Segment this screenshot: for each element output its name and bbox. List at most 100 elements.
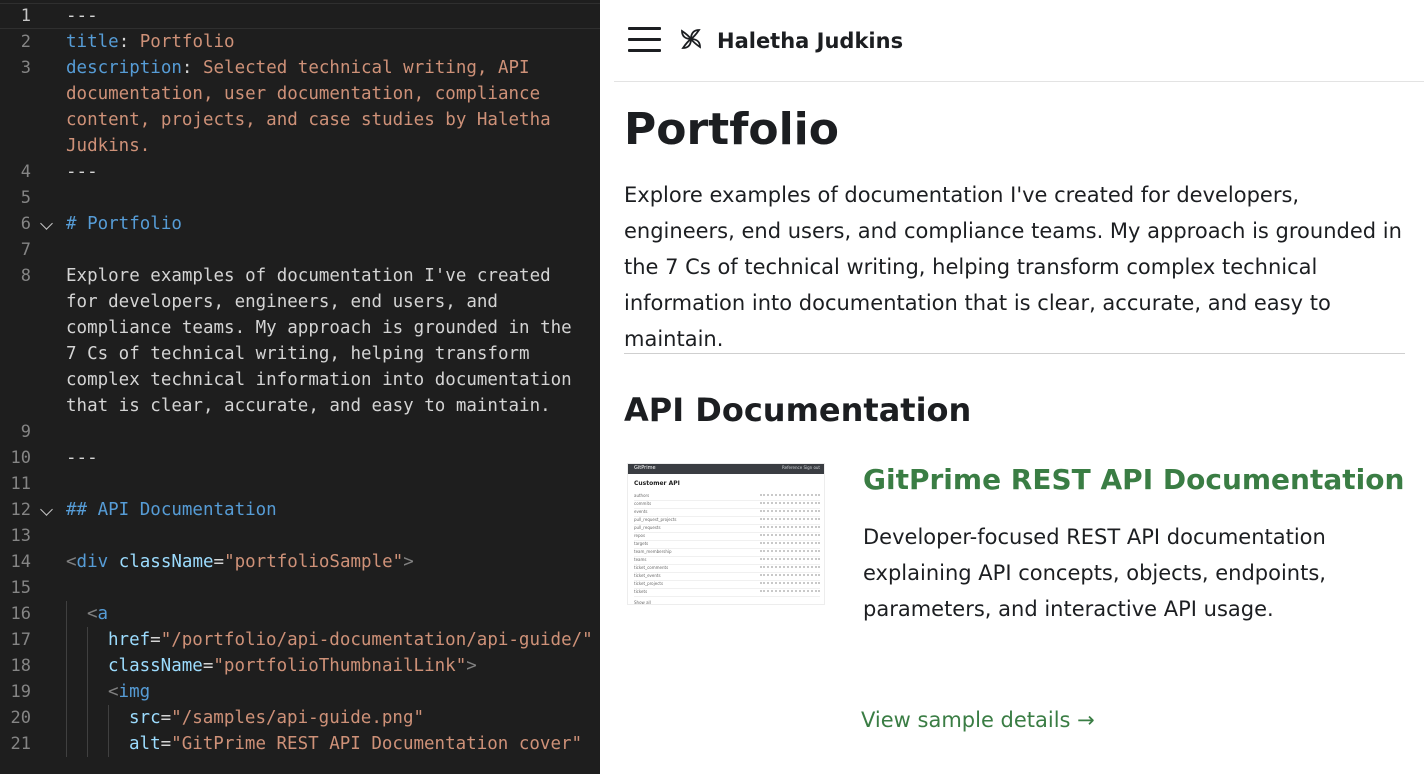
code-text: --- — [66, 3, 98, 29]
editor-line[interactable]: 9 — [0, 419, 600, 445]
indent-guide — [87, 679, 88, 705]
indent-guide — [66, 627, 67, 653]
editor-line[interactable]: 16 <a — [0, 601, 600, 627]
code-token: src — [129, 708, 161, 728]
editor-line[interactable]: compliance teams. My approach is grounde… — [0, 315, 600, 341]
thumbnail-nav: Reference Sign out — [782, 465, 820, 470]
thumbnail-row-meta — [760, 558, 820, 561]
code-text: 7 Cs of technical writing, helping trans… — [66, 341, 530, 367]
code-text: href="/portfolio/api-documentation/api-g… — [108, 627, 593, 653]
code-token: className — [108, 656, 203, 676]
code-token: Portfolio — [139, 32, 235, 52]
editor-line[interactable]: 12 ## API Documentation — [0, 497, 600, 523]
code-token: : — [118, 32, 140, 52]
thumbnail-row-label: targets — [634, 541, 649, 546]
thumbnail-heading: Customer API — [634, 480, 680, 487]
thumbnail-row-label: ticket_events — [634, 573, 661, 578]
line-number: 10 — [10, 448, 31, 468]
editor-line[interactable]: 19 <img — [0, 679, 600, 705]
navbar: Haletha Judkins — [614, 0, 1424, 82]
editor-line[interactable]: 7 — [0, 237, 600, 263]
indent-guide — [66, 679, 67, 705]
thumbnail-row-meta — [760, 550, 820, 553]
code-text: complex technical information into docum… — [66, 367, 572, 393]
line-number: 21 — [10, 734, 31, 754]
code-token: = — [150, 630, 161, 650]
thumbnail-row-label: authors — [634, 493, 650, 498]
code-token: Explore examples of documentation I've c… — [66, 266, 551, 286]
thumbnail-header-bar: GitPrime Reference Sign out — [628, 464, 824, 474]
thumbnail-row: pull_request_projects — [634, 517, 820, 525]
intro-paragraph: Explore examples of documentation I've c… — [624, 183, 1402, 351]
code-token: href — [108, 630, 151, 650]
sample-description: Developer-focused REST API documentation… — [863, 525, 1326, 621]
code-token: title — [66, 32, 119, 52]
line-number: 13 — [10, 526, 31, 546]
editor-line[interactable]: 15 — [0, 575, 600, 601]
line-number: 20 — [10, 708, 31, 728]
code-text: <a — [87, 601, 108, 627]
editor-line[interactable]: 2 title: Portfolio — [0, 29, 600, 55]
editor-line[interactable]: 6 # Portfolio — [0, 211, 600, 237]
editor-line[interactable]: 18 className="portfolioThumbnailLink"> — [0, 653, 600, 679]
editor-line[interactable]: 7 Cs of technical writing, helping trans… — [0, 341, 600, 367]
code-token: alt — [129, 734, 161, 754]
line-number: 18 — [10, 656, 31, 676]
code-token: documentation, user documentation, compl… — [66, 84, 541, 104]
code-token: description — [66, 58, 182, 78]
thumbnail-row-meta — [760, 542, 820, 545]
code-token: a — [97, 604, 109, 624]
code-text: description: Selected technical writing,… — [66, 55, 530, 81]
indent-guide — [108, 705, 109, 731]
indent-guide — [66, 731, 67, 757]
editor-line[interactable]: 3 description: Selected technical writing… — [0, 55, 600, 81]
editor-line[interactable]: 5 — [0, 185, 600, 211]
horizontal-divider — [624, 353, 1405, 354]
code-text: className="portfolioThumbnailLink"> — [108, 653, 477, 679]
thumbnail-row-meta — [760, 526, 820, 529]
editor-line[interactable]: 13 — [0, 523, 600, 549]
code-text: <img — [108, 679, 150, 705]
code-token: < — [87, 604, 98, 624]
editor-line[interactable]: Judkins. — [0, 133, 600, 159]
code-editor[interactable]: 1 --- 2 title: Portfolio 3 description: Selec… — [0, 0, 600, 774]
portfolio-thumbnail-link[interactable]: GitPrime Reference Sign out Customer API… — [627, 463, 825, 605]
code-token: "portfolioThumbnailLink" — [213, 656, 467, 676]
thumbnail-row-meta — [760, 566, 820, 569]
editor-line[interactable]: documentation, user documentation, compl… — [0, 81, 600, 107]
line-number: 15 — [10, 578, 31, 598]
editor-line[interactable]: 20 src="/samples/api-guide.png" — [0, 705, 600, 731]
code-text: content, projects, and case studies by H… — [66, 107, 551, 133]
code-token: compliance teams. My approach is grounde… — [66, 318, 572, 338]
editor-line[interactable]: 4 --- — [0, 159, 600, 185]
editor-line[interactable]: complex technical information into docum… — [0, 367, 600, 393]
editor-line[interactable]: for developers, engineers, end users, an… — [0, 289, 600, 315]
line-number: 9 — [20, 422, 31, 442]
thumbnail-row: targets — [634, 541, 820, 549]
editor-line[interactable]: 21 alt="GitPrime REST API Documentation c… — [0, 731, 600, 757]
editor-line[interactable]: 10 --- — [0, 445, 600, 471]
thumbnail-row-meta — [760, 518, 820, 521]
code-text: that is clear, accurate, and easy to mai… — [66, 393, 551, 419]
fold-chevron-icon[interactable] — [40, 217, 53, 230]
view-sample-details-link[interactable]: View sample details → — [861, 704, 1095, 736]
indent-guide — [66, 705, 67, 731]
fold-chevron-icon[interactable] — [40, 503, 53, 516]
editor-line[interactable]: 11 — [0, 471, 600, 497]
editor-line[interactable]: content, projects, and case studies by H… — [0, 107, 600, 133]
code-token: img — [118, 682, 151, 702]
editor-line[interactable]: that is clear, accurate, and easy to mai… — [0, 393, 600, 419]
editor-line[interactable]: 1 --- — [0, 3, 600, 29]
editor-line[interactable]: 14 <div className="portfolioSample"> — [0, 549, 600, 575]
thumbnail-row-label: commits — [634, 501, 652, 506]
code-token: ## API Documentation — [66, 500, 277, 520]
line-number: 19 — [10, 682, 31, 702]
hamburger-menu-icon[interactable] — [628, 25, 661, 53]
code-token: --- — [66, 162, 98, 182]
thumbnail-row-meta — [760, 574, 820, 577]
editor-line[interactable]: 17 href="/portfolio/api-documentation/api… — [0, 627, 600, 653]
editor-line[interactable]: 8 Explore examples of documentation I've … — [0, 263, 600, 289]
code-token: : — [181, 58, 203, 78]
site-title[interactable]: Haletha Judkins — [717, 26, 903, 56]
sample-title-link[interactable]: GitPrime REST API Documentation — [863, 461, 1404, 499]
